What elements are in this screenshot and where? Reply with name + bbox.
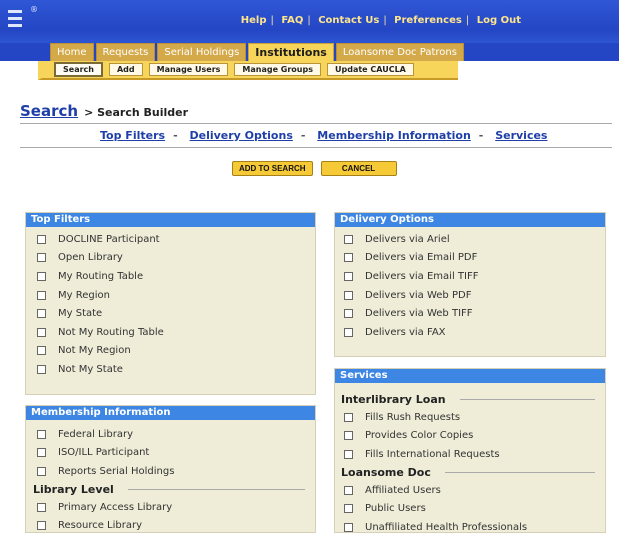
checkbox-icon[interactable]	[37, 346, 46, 356]
checkbox-open-library[interactable]: Open Library	[37, 249, 315, 268]
divider	[20, 147, 612, 148]
checkbox-not-my-routing-table[interactable]: Not My Routing Table	[37, 323, 315, 342]
checkbox-icon[interactable]	[344, 290, 353, 300]
divider	[127, 488, 305, 490]
subtab-manage-groups[interactable]: Manage Groups	[234, 63, 321, 76]
checkbox-provides-color-copies[interactable]: Provides Color Copies	[344, 427, 605, 446]
checkbox-iso-ill-participant[interactable]: ISO/ILL Participant	[37, 444, 315, 463]
membership-information-panel: Membership Information Federal Library I…	[25, 405, 316, 533]
checkbox-icon[interactable]	[344, 412, 353, 422]
panel-header: Top Filters	[26, 213, 315, 227]
preferences-link[interactable]: Preferences	[394, 15, 462, 26]
checkbox-delivers-via-web-tiff[interactable]: Delivers via Web TIFF	[344, 304, 605, 323]
checkbox-my-state[interactable]: My State	[37, 304, 315, 323]
anchor-delivery-options[interactable]: Delivery Options	[189, 129, 292, 142]
checkbox-icon[interactable]	[37, 466, 46, 476]
top-links: Help | FAQ | Contact Us | Preferences | Log …	[240, 15, 521, 26]
checkbox-icon[interactable]	[37, 271, 46, 281]
checkbox-icon[interactable]	[37, 290, 46, 300]
checkbox-public-users[interactable]: Public Users	[344, 499, 605, 518]
subtab-search[interactable]: Search	[54, 62, 103, 77]
library-level-group-heading: Library Level	[26, 481, 315, 498]
checkbox-delivers-via-email-pdf[interactable]: Delivers via Email PDF	[344, 249, 605, 268]
anchor-services[interactable]: Services	[495, 129, 547, 142]
tab-serial-holdings[interactable]: Serial Holdings	[157, 43, 247, 61]
checkbox-icon[interactable]	[344, 327, 353, 337]
checkbox-delivers-via-web-pdf[interactable]: Delivers via Web PDF	[344, 286, 605, 305]
checkbox-affiliated-users[interactable]: Affiliated Users	[344, 481, 605, 500]
loansome-doc-group-heading: Loansome Doc	[335, 464, 605, 481]
breadcrumb: Search > Search Builder	[20, 102, 188, 120]
tab-loansome-doc-patrons[interactable]: Loansome Doc Patrons	[335, 43, 464, 61]
contact-us-link[interactable]: Contact Us	[318, 15, 379, 26]
checkbox-docline-participant[interactable]: DOCLINE Participant	[37, 230, 315, 249]
sub-tab-bar: Search Add Manage Users Manage Groups Up…	[38, 61, 458, 80]
checkbox-icon[interactable]	[37, 521, 46, 531]
add-to-search-button[interactable]: ADD TO SEARCH	[232, 161, 313, 176]
checkbox-icon[interactable]	[344, 253, 353, 263]
panel-header: Membership Information	[26, 406, 315, 420]
checkbox-icon[interactable]	[344, 234, 353, 244]
checkbox-delivers-via-fax[interactable]: Delivers via FAX	[344, 323, 605, 342]
log-out-link[interactable]: Log Out	[477, 15, 521, 26]
interlibrary-loan-group-heading: Interlibrary Loan	[335, 391, 605, 408]
checkbox-fills-rush-requests[interactable]: Fills Rush Requests	[344, 408, 605, 427]
tab-requests[interactable]: Requests	[95, 43, 156, 61]
checkbox-federal-library[interactable]: Federal Library	[37, 425, 315, 444]
anchor-top-filters[interactable]: Top Filters	[100, 129, 165, 142]
faq-link[interactable]: FAQ	[281, 15, 303, 26]
checkbox-delivers-via-ariel[interactable]: Delivers via Ariel	[344, 230, 605, 249]
checkbox-icon[interactable]	[37, 448, 46, 458]
search-breadcrumb-link[interactable]: Search	[20, 102, 78, 120]
checkbox-icon[interactable]	[37, 364, 46, 374]
checkbox-primary-access-library[interactable]: Primary Access Library	[37, 498, 315, 517]
divider	[444, 471, 595, 473]
subtab-manage-users[interactable]: Manage Users	[148, 63, 229, 76]
checkbox-reports-serial-holdings[interactable]: Reports Serial Holdings	[37, 462, 315, 481]
divider	[459, 399, 595, 400]
help-link[interactable]: Help	[241, 15, 267, 26]
subtab-update-caucla[interactable]: Update CAUCLA	[327, 63, 414, 76]
main-tabs: Home Requests Serial Holdings Institutio…	[50, 43, 466, 61]
panel-header: Delivery Options	[335, 213, 605, 227]
checkbox-not-my-state[interactable]: Not My State	[37, 360, 315, 379]
checkbox-icon[interactable]	[344, 504, 353, 514]
checkbox-icon[interactable]	[344, 449, 353, 459]
checkbox-icon[interactable]	[344, 485, 353, 495]
page-title: > Search Builder	[84, 106, 189, 119]
checkbox-icon[interactable]	[37, 429, 46, 439]
section-anchors: Top Filters - Delivery Options - Membershi…	[100, 129, 548, 142]
checkbox-icon[interactable]	[37, 309, 46, 319]
checkbox-resource-library[interactable]: Resource Library	[37, 516, 315, 533]
checkbox-icon[interactable]	[344, 431, 353, 441]
panel-header: Services	[335, 369, 605, 383]
checkbox-icon[interactable]	[37, 234, 46, 244]
checkbox-fills-international-requests[interactable]: Fills International Requests	[344, 445, 605, 464]
checkbox-icon[interactable]	[344, 271, 353, 281]
divider	[20, 123, 612, 124]
checkbox-my-routing-table[interactable]: My Routing Table	[37, 267, 315, 286]
cancel-button[interactable]: CANCEL	[320, 161, 397, 176]
tab-institutions[interactable]: Institutions	[248, 43, 334, 61]
top-bar: ® Help | FAQ | Contact Us | Preferences | Lo…	[0, 0, 619, 43]
checkbox-icon[interactable]	[344, 309, 353, 319]
checkbox-unaffiliated-health-professionals[interactable]: Unaffiliated Health Professionals	[344, 518, 605, 533]
subtab-add[interactable]: Add	[108, 63, 143, 76]
anchor-membership-information[interactable]: Membership Information	[317, 129, 470, 142]
checkbox-icon[interactable]	[37, 502, 46, 512]
delivery-options-panel: Delivery Options Delivers via Ariel Deli…	[334, 212, 606, 357]
logo-icon: ®	[8, 5, 38, 34]
checkbox-icon[interactable]	[37, 327, 46, 337]
checkbox-icon[interactable]	[37, 253, 46, 263]
checkbox-not-my-region[interactable]: Not My Region	[37, 342, 315, 361]
action-buttons: ADD TO SEARCH CANCEL	[232, 161, 405, 176]
checkbox-delivers-via-email-tiff[interactable]: Delivers via Email TIFF	[344, 267, 605, 286]
checkbox-icon[interactable]	[344, 522, 353, 532]
checkbox-my-region[interactable]: My Region	[37, 286, 315, 305]
services-panel: Services Interlibrary Loan Fills Rush Re…	[334, 368, 606, 533]
tab-home[interactable]: Home	[50, 43, 94, 61]
top-filters-panel: Top Filters DOCLINE Participant Open Lib…	[25, 212, 316, 395]
